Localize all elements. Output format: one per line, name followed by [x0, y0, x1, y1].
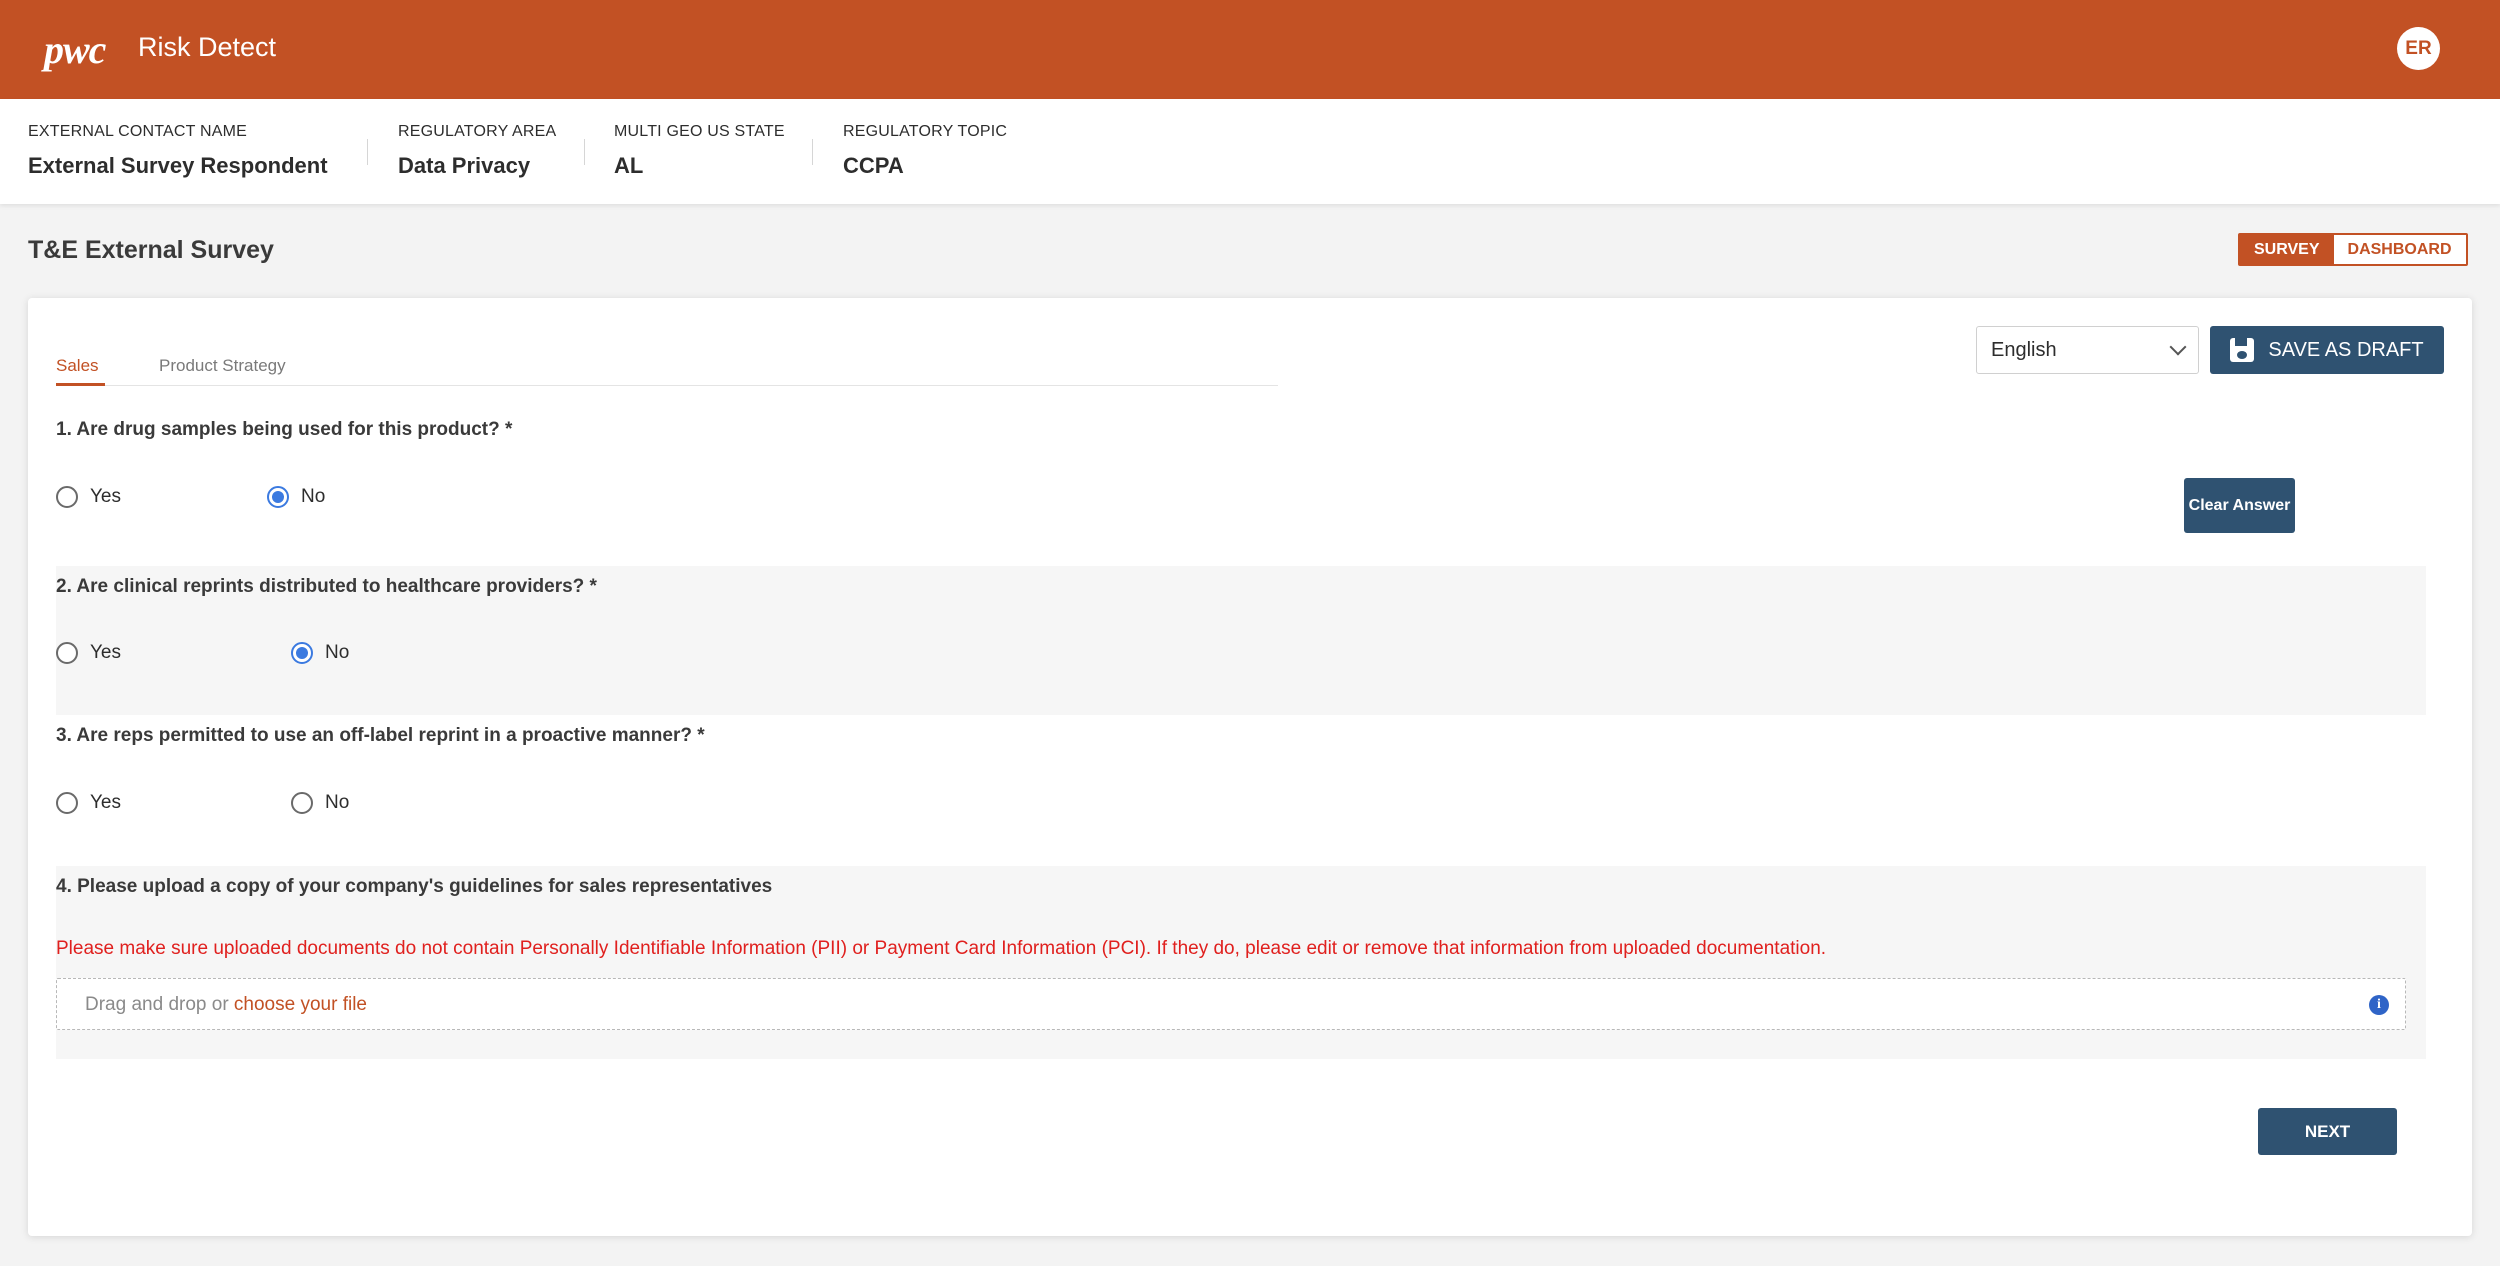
page-title: T&E External Survey	[28, 236, 274, 264]
info-external-contact: EXTERNAL CONTACT NAME External Survey Re…	[28, 123, 328, 179]
question-text: 4. Please upload a copy of your company'…	[56, 876, 773, 897]
pii-warning: Please make sure uploaded documents do n…	[56, 938, 1827, 959]
q3-option-yes[interactable]: Yes	[56, 792, 121, 814]
survey-toggle-button[interactable]: SURVEY	[2240, 235, 2334, 264]
question-text: 3. Are reps permitted to use an off-labe…	[56, 725, 705, 746]
radio-button[interactable]	[291, 792, 313, 814]
save-as-draft-label: SAVE AS DRAFT	[2268, 338, 2424, 361]
survey-card: Sales Product Strategy English SAVE AS D…	[28, 298, 2472, 1236]
option-label: Yes	[90, 486, 121, 507]
radio-button[interactable]	[56, 486, 78, 508]
question-text: 2. Are clinical reprints distributed to …	[56, 576, 597, 597]
question-text: 1. Are drug samples being used for this …	[56, 419, 513, 440]
choose-file-link[interactable]: choose your file	[234, 994, 367, 1015]
divider	[584, 139, 585, 165]
dashboard-toggle-button[interactable]: DASHBOARD	[2333, 235, 2466, 264]
option-label: Yes	[90, 792, 121, 813]
radio-button[interactable]	[56, 642, 78, 664]
option-label: No	[325, 642, 350, 663]
info-value: CCPA	[843, 153, 904, 178]
tab-sales[interactable]: Sales	[56, 356, 105, 386]
view-toggle: SURVEY DASHBOARD	[2238, 233, 2468, 266]
info-value: Data Privacy	[398, 153, 531, 178]
option-label: Yes	[90, 642, 121, 663]
radio-button[interactable]	[291, 642, 313, 664]
question-4: 4. Please upload a copy of your company'…	[56, 866, 2426, 1059]
option-label: No	[301, 486, 326, 507]
file-dropzone[interactable]: Drag and drop or choose your file i	[56, 978, 2406, 1030]
dropzone-text: Drag and drop or choose your file	[85, 994, 367, 1016]
app-title: Risk Detect	[138, 32, 277, 62]
survey-info-strip: EXTERNAL CONTACT NAME External Survey Re…	[0, 99, 2500, 204]
divider	[367, 139, 368, 165]
pwc-logo[interactable]: pwc	[44, 26, 106, 73]
top-bar: pwc Risk Detect ER	[0, 0, 2500, 99]
dropzone-prompt: Drag and drop or	[85, 994, 234, 1015]
divider	[812, 139, 813, 165]
q1-option-yes[interactable]: Yes	[56, 486, 121, 508]
q1-option-no[interactable]: No	[267, 486, 325, 508]
section-tabs: Sales Product Strategy	[56, 356, 1278, 386]
info-value: AL	[614, 153, 644, 178]
save-icon	[2230, 338, 2255, 362]
q3-option-no[interactable]: No	[291, 792, 349, 814]
q2-option-no[interactable]: No	[291, 642, 349, 664]
info-label: EXTERNAL CONTACT NAME	[28, 123, 248, 140]
info-value: External Survey Respondent	[28, 153, 328, 178]
question-2: 2. Are clinical reprints distributed to …	[56, 566, 2426, 715]
radio-button[interactable]	[267, 486, 289, 508]
tab-product-strategy[interactable]: Product Strategy	[159, 356, 286, 386]
save-as-draft-button[interactable]: SAVE AS DRAFT	[2210, 326, 2444, 374]
language-select-value: English	[1991, 338, 2057, 361]
q2-option-yes[interactable]: Yes	[56, 642, 121, 664]
language-select[interactable]: English	[1976, 326, 2199, 374]
info-regulatory-area: REGULATORY AREA Data Privacy	[398, 123, 556, 179]
info-label: MULTI GEO US STATE	[614, 123, 785, 140]
clear-answer-button[interactable]: Clear Answer	[2184, 478, 2295, 533]
radio-button[interactable]	[56, 792, 78, 814]
option-label: No	[325, 792, 350, 813]
chevron-down-icon	[2169, 338, 2187, 356]
question-3: 3. Are reps permitted to use an off-labe…	[56, 718, 2426, 863]
info-label: REGULATORY AREA	[398, 123, 557, 140]
user-avatar[interactable]: ER	[2397, 27, 2440, 70]
info-geo-state: MULTI GEO US STATE AL	[614, 123, 785, 179]
info-regulatory-topic: REGULATORY TOPIC CCPA	[843, 123, 1007, 179]
question-1: 1. Are drug samples being used for this …	[56, 413, 2426, 558]
info-icon[interactable]: i	[2369, 995, 2389, 1015]
next-button[interactable]: NEXT	[2258, 1108, 2397, 1155]
info-label: REGULATORY TOPIC	[843, 123, 1008, 140]
